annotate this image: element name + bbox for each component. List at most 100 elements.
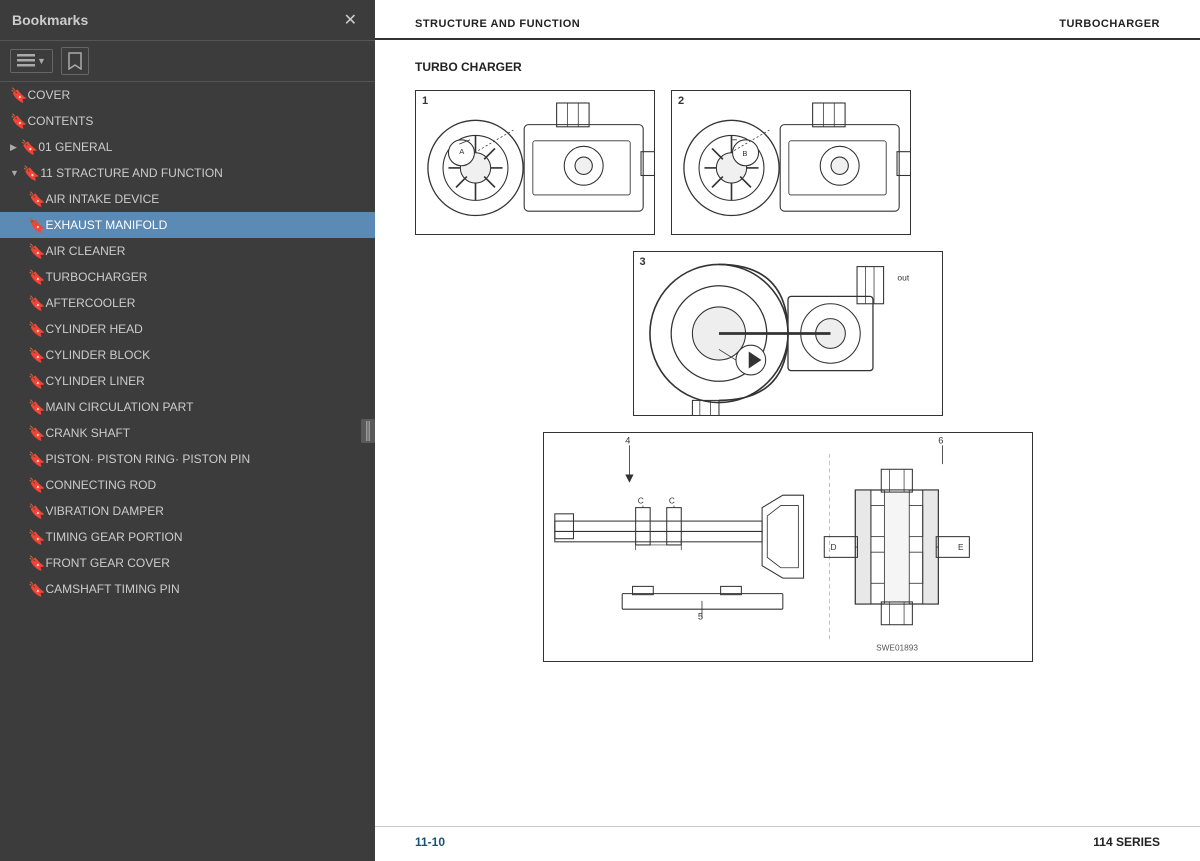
bookmark-item-air-cleaner[interactable]: 🔖 AIR CLEANER (0, 238, 375, 264)
bookmark-item-connecting-rod[interactable]: 🔖 CONNECTING ROD (0, 472, 375, 498)
bookmark-ribbon-icon: 🔖 (28, 556, 45, 570)
content-panel: STRUCTURE AND FUNCTION TURBOCHARGER TURB… (375, 0, 1200, 861)
bookmark-label-air-cleaner: AIR CLEANER (45, 244, 365, 258)
bookmark-label-vibration-damper: VIBRATION DAMPER (45, 504, 365, 518)
diagram-3-number: 3 (640, 256, 646, 268)
bookmark-label-camshaft-timing: CAMSHAFT TIMING PIN (45, 582, 365, 596)
bookmark-ribbon-icon: 🔖 (28, 400, 45, 414)
bookmark-label-cylinder-block: CYLINDER BLOCK (45, 348, 365, 362)
bookmark-item-cylinder-liner[interactable]: 🔖 CYLINDER LINER (0, 368, 375, 394)
bookmark-ribbon-icon: 🔖 (28, 426, 45, 440)
diagram-3: 3 (633, 251, 943, 416)
diagram-1-number: 1 (422, 95, 428, 107)
svg-text:E: E (957, 542, 963, 552)
page-content: TURBO CHARGER 1 (375, 40, 1200, 826)
close-button[interactable]: ✕ (338, 8, 363, 32)
bookmark-item-crank-shaft[interactable]: 🔖 CRANK SHAFT (0, 420, 375, 446)
bookmark-ribbon-icon: 🔖 (28, 322, 45, 336)
header-chapter-label: TURBOCHARGER (1059, 18, 1160, 30)
bookmark-ribbon-icon: 🔖 (28, 270, 45, 284)
bookmark-label-aftercooler: AFTERCOOLER (45, 296, 365, 310)
bookmarks-list: 🔖 COVER 🔖 CONTENTS 🔖 01 GENERAL 🔖 11 STR… (0, 82, 375, 861)
page-footer: 11-10 114 SERIES (375, 826, 1200, 861)
bookmark-item-camshaft-timing[interactable]: 🔖 CAMSHAFT TIMING PIN (0, 576, 375, 602)
bookmark-ribbon-icon: 🔖 (28, 296, 45, 310)
bookmark-icon (68, 52, 82, 70)
svg-text:B: B (742, 149, 747, 158)
expand-arrow-11-structure (10, 168, 19, 179)
bookmark-ribbon-icon: 🔖 (28, 192, 45, 206)
bookmark-label-crank-shaft: CRANK SHAFT (45, 426, 365, 440)
bookmark-label-main-circulation: MAIN CIRCULATION PART (45, 400, 365, 414)
bookmarks-title: Bookmarks (12, 12, 88, 28)
bookmark-item-aftercooler[interactable]: 🔖 AFTERCOOLER (0, 290, 375, 316)
turbocharger-diagram-1: A (416, 91, 654, 234)
bookmark-label-11-structure: 11 STRACTURE AND FUNCTION (40, 166, 365, 180)
bookmark-label-cylinder-liner: CYLINDER LINER (45, 374, 365, 388)
bookmark-ribbon-icon: 🔖 (23, 166, 40, 180)
bookmark-item-piston-ring[interactable]: 🔖 PISTON· PISTON RING· PISTON PIN (0, 446, 375, 472)
bookmark-label-piston-ring: PISTON· PISTON RING· PISTON PIN (45, 452, 365, 466)
bookmark-item-front-gear-cover[interactable]: 🔖 FRONT GEAR COVER (0, 550, 375, 576)
svg-text:D: D (830, 542, 836, 552)
bookmark-ribbon-icon: 🔖 (28, 452, 45, 466)
bookmark-label-01-general: 01 GENERAL (38, 140, 365, 154)
svg-text:C: C (668, 495, 674, 505)
page-number: 11-10 (415, 835, 445, 849)
diagrams-row-1: 1 (415, 90, 1160, 235)
diagrams-row-3: 4 C (415, 432, 1160, 662)
bookmark-label-cylinder-head: CYLINDER HEAD (45, 322, 365, 336)
bookmark-ribbon-icon: 🔖 (28, 374, 45, 388)
bookmark-ribbon-icon: 🔖 (28, 478, 45, 492)
bookmark-item-01-general[interactable]: 🔖 01 GENERAL (0, 134, 375, 160)
view-options-button[interactable]: ▼ (10, 49, 53, 73)
bookmark-ribbon-icon: 🔖 (21, 140, 38, 154)
bookmark-label-timing-gear: TIMING GEAR PORTION (45, 530, 365, 544)
bookmark-item-vibration-damper[interactable]: 🔖 VIBRATION DAMPER (0, 498, 375, 524)
bookmark-item-air-intake[interactable]: 🔖 AIR INTAKE DEVICE (0, 186, 375, 212)
bookmark-item-cover[interactable]: 🔖 COVER (0, 82, 375, 108)
bookmark-action-button[interactable] (61, 47, 89, 75)
bookmark-label-cover: COVER (27, 88, 365, 102)
turbocharger-diagram-3: out (634, 252, 942, 415)
bookmark-item-turbocharger[interactable]: 🔖 TURBOCHARGER (0, 264, 375, 290)
bookmark-label-connecting-rod: CONNECTING ROD (45, 478, 365, 492)
bookmark-ribbon-icon: 🔖 (28, 530, 45, 544)
view-icon (17, 54, 35, 68)
bookmark-item-cylinder-block[interactable]: 🔖 CYLINDER BLOCK (0, 342, 375, 368)
diagrams-row-2: 3 (415, 251, 1160, 416)
svg-text:C: C (637, 495, 643, 505)
bookmark-label-air-intake: AIR INTAKE DEVICE (45, 192, 365, 206)
bookmark-ribbon-icon: 🔖 (28, 582, 45, 596)
bookmark-item-exhaust-manifold[interactable]: 🔖 EXHAUST MANIFOLD (0, 212, 375, 238)
header-section-label: STRUCTURE AND FUNCTION (415, 18, 580, 30)
diagram-2: 2 B (671, 90, 911, 235)
bookmark-label-front-gear-cover: FRONT GEAR COVER (45, 556, 365, 570)
resize-handle[interactable] (361, 419, 375, 443)
bookmark-ribbon-icon: 🔖 (28, 504, 45, 518)
bookmark-ribbon-icon: 🔖 (28, 348, 45, 362)
expand-arrow-01-general (10, 142, 17, 153)
bookmark-toolbar: ▼ (0, 41, 375, 82)
svg-text:4: 4 (625, 435, 630, 445)
diagram-2-number: 2 (678, 95, 684, 107)
diagram-1: 1 (415, 90, 655, 235)
bookmark-item-11-structure[interactable]: 🔖 11 STRACTURE AND FUNCTION (0, 160, 375, 186)
bookmark-ribbon-icon: 🔖 (28, 244, 45, 258)
section-title: TURBO CHARGER (415, 60, 1160, 74)
bookmarks-header: Bookmarks ✕ (0, 0, 375, 41)
page-header: STRUCTURE AND FUNCTION TURBOCHARGER (375, 0, 1200, 40)
svg-text:out: out (897, 272, 909, 282)
bookmarks-panel: Bookmarks ✕ ▼ 🔖 COVER 🔖 CONTENTS (0, 0, 375, 861)
bookmark-label-turbocharger: TURBOCHARGER (45, 270, 365, 284)
turbocharger-diagram-2: B (672, 91, 910, 234)
bookmark-item-main-circulation[interactable]: 🔖 MAIN CIRCULATION PART (0, 394, 375, 420)
bookmark-ribbon-icon: 🔖 (10, 88, 27, 102)
bookmark-item-cylinder-head[interactable]: 🔖 CYLINDER HEAD (0, 316, 375, 342)
series-name: 114 SERIES (1093, 835, 1160, 849)
bookmark-item-contents[interactable]: 🔖 CONTENTS (0, 108, 375, 134)
bookmark-item-timing-gear[interactable]: 🔖 TIMING GEAR PORTION (0, 524, 375, 550)
diagram-456: 4 C (543, 432, 1033, 662)
resize-icon (365, 421, 371, 441)
turbocharger-diagram-456: 4 C (544, 433, 1032, 661)
